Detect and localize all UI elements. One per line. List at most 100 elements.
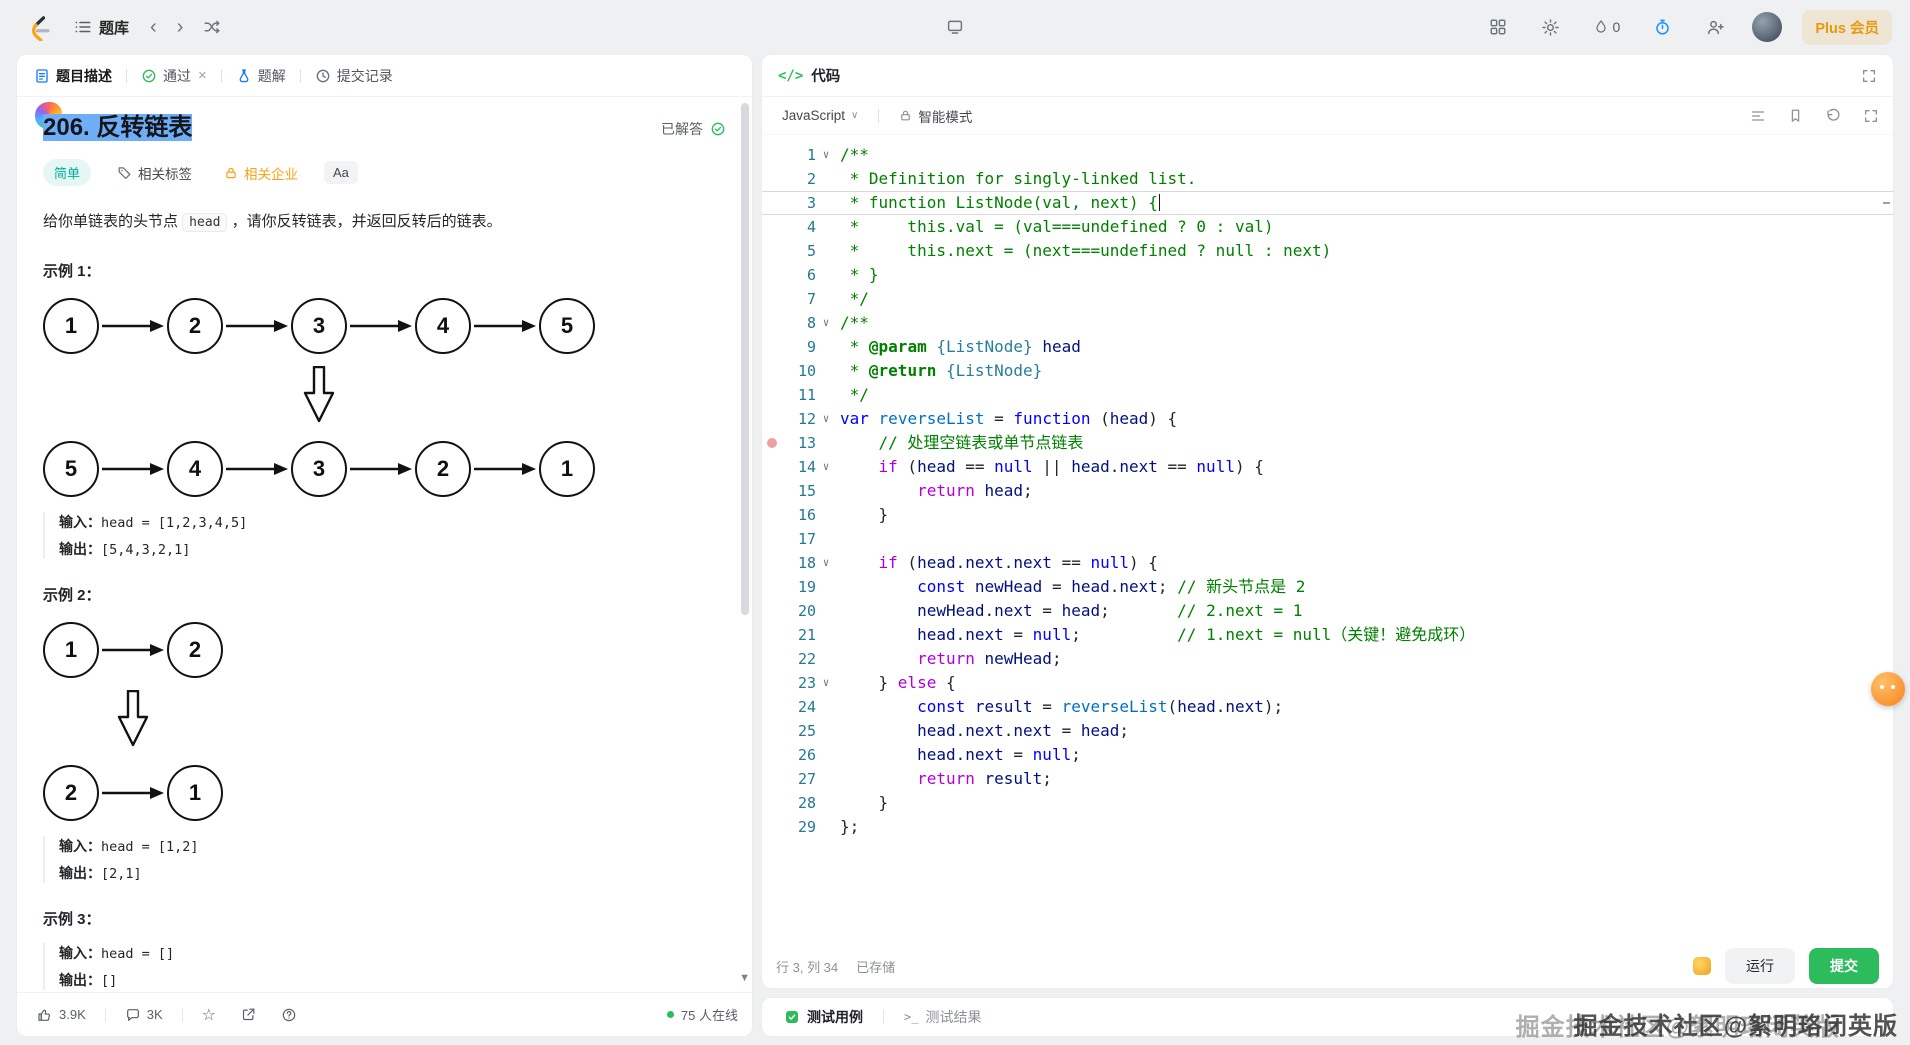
plus-membership-button[interactable]: Plus 会员 — [1802, 10, 1892, 45]
gutter-margin[interactable] — [762, 671, 782, 695]
gutter-margin[interactable] — [762, 575, 782, 599]
fold-chevron-icon[interactable]: ∨ — [816, 143, 836, 167]
like-button[interactable]: 3.9K — [31, 1006, 92, 1024]
code-line[interactable]: 6 * } — [762, 263, 1893, 287]
gutter-margin[interactable] — [762, 191, 782, 215]
tab-testcase[interactable]: 测试用例 — [778, 1006, 869, 1028]
code-line[interactable]: 2 * Definition for singly-linked list. — [762, 167, 1893, 191]
code-line[interactable]: 29}; — [762, 815, 1893, 839]
shuffle-button[interactable] — [196, 13, 228, 41]
invite-user-button[interactable] — [1699, 13, 1732, 42]
settings-button[interactable] — [1534, 13, 1567, 42]
code-line[interactable]: 12∨var reverseList = function (head) { — [762, 407, 1893, 431]
fold-chevron-icon[interactable]: ∨ — [816, 455, 836, 479]
code-line[interactable]: 16 } — [762, 503, 1893, 527]
run-button[interactable]: 运行 — [1725, 948, 1795, 984]
fold-chevron-icon[interactable]: ∨ — [816, 407, 836, 431]
tab-passed[interactable]: 通过 × — [136, 60, 212, 92]
gutter-margin[interactable] — [762, 359, 782, 383]
gutter-margin[interactable] — [762, 527, 782, 551]
code-line[interactable]: 8∨/** — [762, 311, 1893, 335]
submit-button[interactable]: 提交 — [1809, 948, 1879, 984]
code-line[interactable]: 4 * this.val = (val===undefined ? 0 : va… — [762, 215, 1893, 239]
favorite-button[interactable]: ☆ — [196, 1004, 222, 1026]
code-line[interactable]: 27 return result; — [762, 767, 1893, 791]
apps-grid-button[interactable] — [1482, 13, 1514, 41]
gutter-margin[interactable] — [762, 263, 782, 287]
gutter-margin[interactable] — [762, 215, 782, 239]
leetcode-logo[interactable] — [18, 8, 60, 46]
code-line[interactable]: 25 head.next.next = head; — [762, 719, 1893, 743]
code-line[interactable]: 17 — [762, 527, 1893, 551]
avatar[interactable] — [1752, 12, 1782, 42]
comment-button[interactable]: 3K — [119, 1006, 169, 1024]
streak-button[interactable]: 0 — [1587, 17, 1627, 37]
font-size-toggle[interactable]: Aa — [324, 161, 358, 184]
nav-forward-button[interactable]: › — [170, 12, 191, 42]
gutter-margin[interactable] — [762, 743, 782, 767]
gutter-margin[interactable] — [762, 239, 782, 263]
tab-description[interactable]: 题目描述 — [29, 60, 117, 92]
gutter-margin[interactable] — [762, 767, 782, 791]
code-line[interactable]: 23∨ } else { — [762, 671, 1893, 695]
difficulty-badge[interactable]: 简单 — [43, 159, 91, 186]
gutter-margin[interactable] — [762, 503, 782, 527]
code-line[interactable]: 22 return newHead; — [762, 647, 1893, 671]
code-line[interactable]: 1∨/** — [762, 143, 1893, 167]
scroll-down-arrow[interactable]: ▼ — [739, 972, 750, 984]
gutter-margin[interactable] — [762, 551, 782, 575]
fold-chevron-icon[interactable]: ∨ — [816, 311, 836, 335]
code-line[interactable]: 14∨ if (head == null || head.next == nul… — [762, 455, 1893, 479]
tab-test-result[interactable]: >_ 测试结果 — [898, 1006, 987, 1028]
code-line[interactable]: 11 */ — [762, 383, 1893, 407]
code-line[interactable]: 18∨ if (head.next.next == null) { — [762, 551, 1893, 575]
code-line[interactable]: 21 head.next = null; // 1.next = null（关键… — [762, 623, 1893, 647]
related-companies-button[interactable]: 相关企业 — [218, 162, 304, 184]
gutter-margin[interactable] — [762, 407, 782, 431]
gutter-margin[interactable] — [762, 479, 782, 503]
share-button[interactable] — [235, 1006, 262, 1023]
gutter-margin[interactable] — [762, 623, 782, 647]
code-line[interactable]: 13 // 处理空链表或单节点链表 — [762, 431, 1893, 455]
nav-back-button[interactable]: ‹ — [143, 12, 164, 42]
timer-button[interactable] — [1646, 13, 1679, 42]
help-button[interactable] — [275, 1006, 303, 1024]
gutter-margin[interactable] — [762, 383, 782, 407]
fold-chevron-icon[interactable]: ∨ — [816, 551, 836, 575]
gutter-margin[interactable] — [762, 791, 782, 815]
bookmark-button[interactable] — [1788, 108, 1803, 123]
code-line[interactable]: 9 * @param {ListNode} head — [762, 335, 1893, 359]
problem-list-button[interactable]: 题库 — [66, 11, 137, 44]
workspace-button[interactable] — [938, 13, 972, 41]
code-line[interactable]: 28 } — [762, 791, 1893, 815]
code-line[interactable]: 19 const newHead = head.next; // 新头节点是 2 — [762, 575, 1893, 599]
tab-submissions[interactable]: 提交记录 — [310, 60, 398, 92]
code-line[interactable]: 7 */ — [762, 287, 1893, 311]
gutter-margin[interactable] — [762, 815, 782, 839]
gutter-margin[interactable] — [762, 647, 782, 671]
close-icon[interactable]: × — [198, 68, 207, 83]
gutter-margin[interactable] — [762, 335, 782, 359]
quick-action-icon[interactable] — [1693, 957, 1711, 975]
gutter-margin[interactable] — [762, 167, 782, 191]
editor-fullscreen-button[interactable] — [1863, 108, 1879, 124]
code-area[interactable]: 1∨/**2 * Definition for singly-linked li… — [762, 135, 1893, 944]
scrollbar-thumb[interactable] — [741, 103, 749, 615]
gutter-margin[interactable] — [762, 719, 782, 743]
code-line[interactable]: 10 * @return {ListNode} — [762, 359, 1893, 383]
code-line[interactable]: 24 const result = reverseList(head.next)… — [762, 695, 1893, 719]
code-line[interactable]: 3 * function ListNode(val, next) { — [762, 191, 1893, 215]
language-selector[interactable]: JavaScript ∨ — [776, 107, 864, 124]
related-tags-button[interactable]: 相关标签 — [111, 162, 198, 184]
gutter-margin[interactable] — [762, 143, 782, 167]
code-line[interactable]: 20 newHead.next = head; // 2.next = 1 — [762, 599, 1893, 623]
code-line[interactable]: 5 * this.next = (next===undefined ? null… — [762, 239, 1893, 263]
gutter-margin[interactable] — [762, 695, 782, 719]
smart-mode-toggle[interactable]: 智能模式 — [893, 105, 978, 127]
breakpoint-dot[interactable] — [762, 431, 782, 455]
gutter-margin[interactable] — [762, 287, 782, 311]
code-line[interactable]: 15 return head; — [762, 479, 1893, 503]
tab-solutions[interactable]: 题解 — [231, 60, 291, 92]
gutter-margin[interactable] — [762, 311, 782, 335]
editor-expand-button[interactable] — [1861, 68, 1877, 84]
